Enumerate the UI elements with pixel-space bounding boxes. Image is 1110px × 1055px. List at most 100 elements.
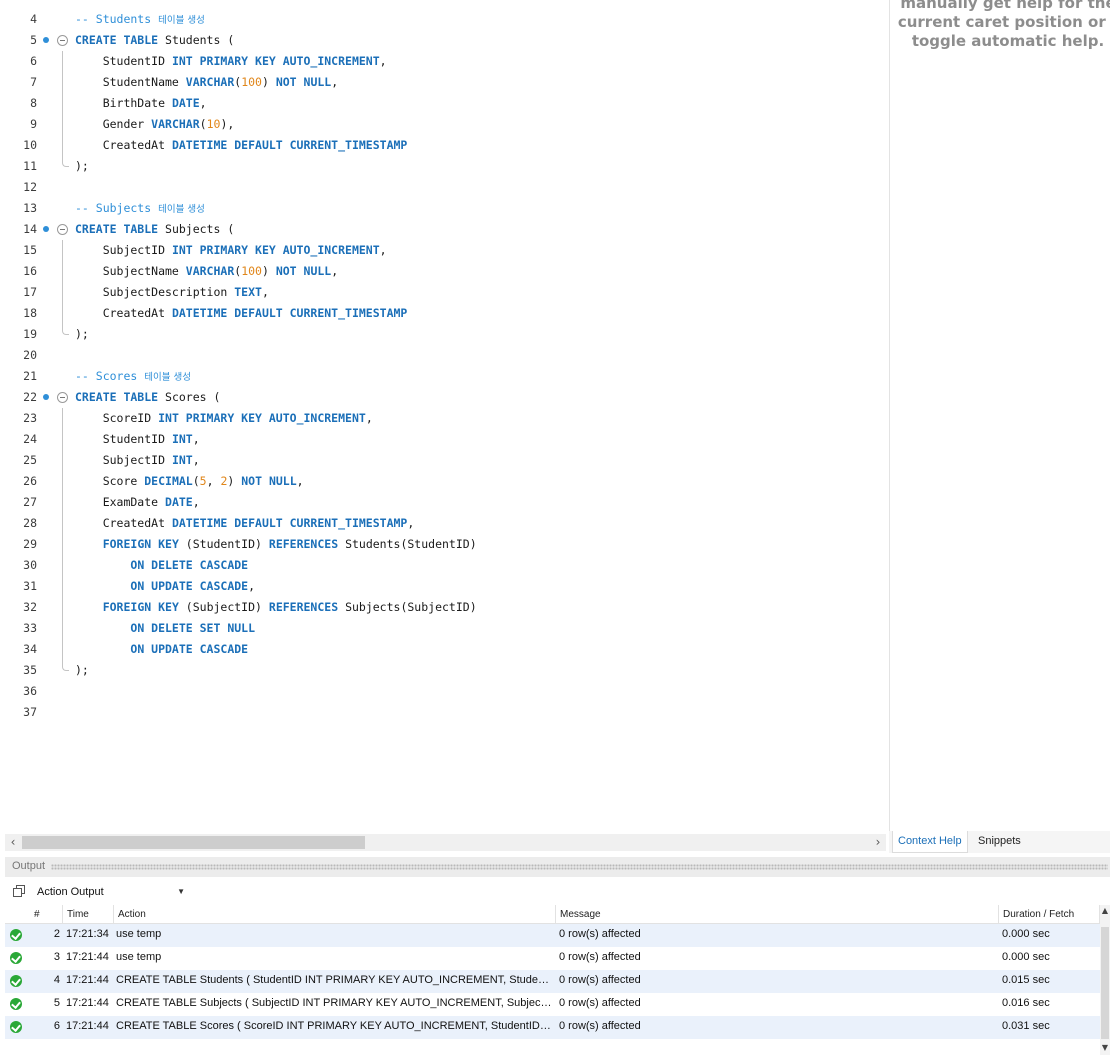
column-header-number[interactable]: # <box>30 905 63 924</box>
code-line[interactable]: 35); <box>5 660 886 681</box>
fold-collapse-icon[interactable] <box>57 224 68 235</box>
sql-identifier: ), <box>220 117 235 131</box>
code-text: -- Students 테이블 생성 <box>75 9 205 31</box>
code-text: SubjectDescription TEXT, <box>75 282 269 303</box>
line-number: 33 <box>23 621 37 635</box>
fold-end-guide <box>62 156 69 167</box>
code-line[interactable]: 25 SubjectID INT, <box>5 450 886 471</box>
column-header-duration[interactable]: Duration / Fetch <box>999 905 1100 924</box>
tab-context-help[interactable]: Context Help <box>892 831 968 853</box>
code-line[interactable]: 17 SubjectDescription TEXT, <box>5 282 886 303</box>
cell-num: 4 <box>53 974 60 986</box>
line-number: 28 <box>23 516 37 530</box>
scroll-thumb[interactable] <box>22 836 365 849</box>
column-header-status <box>5 905 30 924</box>
cell-num: 5 <box>53 997 60 1009</box>
table-row[interactable]: 2 17:21:34 use temp 0 row(s) affected 0.000 … <box>5 924 1100 947</box>
code-line[interactable]: 22 CREATE TABLE Scores ( <box>5 387 886 408</box>
line-number: 14 <box>23 222 37 236</box>
code-text: CREATE TABLE Scores ( <box>75 387 220 408</box>
fold-guide <box>62 261 63 282</box>
line-number: 7 <box>30 75 37 89</box>
code-line[interactable]: 29 FOREIGN KEY (StudentID) REFERENCES St… <box>5 534 886 555</box>
output-view-label: Action Output <box>37 886 104 898</box>
sql-identifier: SubjectName <box>75 264 186 278</box>
column-header-message[interactable]: Message <box>556 905 999 924</box>
line-number: 21 <box>23 369 37 383</box>
code-line[interactable]: 23 ScoreID INT PRIMARY KEY AUTO_INCREMEN… <box>5 408 886 429</box>
code-line[interactable]: 34 ON UPDATE CASCADE <box>5 639 886 660</box>
scroll-right-icon[interactable]: › <box>870 834 886 851</box>
copy-icon[interactable] <box>13 885 25 897</box>
code-line[interactable]: 37 <box>5 702 886 723</box>
code-line[interactable]: 7 StudentName VARCHAR(100) NOT NULL, <box>5 72 886 93</box>
code-line[interactable]: 32 FOREIGN KEY (SubjectID) REFERENCES Su… <box>5 597 886 618</box>
success-check-icon <box>10 975 22 987</box>
table-row[interactable]: 6 17:21:44 CREATE TABLE Scores ( ScoreID I… <box>5 1016 1100 1039</box>
output-vertical-scrollbar[interactable]: ▲ ▼ <box>1100 905 1110 1055</box>
code-line[interactable]: 27 ExamDate DATE, <box>5 492 886 513</box>
sql-identifier: Subjects(SubjectID) <box>338 600 477 614</box>
table-row[interactable]: 3 17:21:44 use temp 0 row(s) affected 0.000 … <box>5 947 1100 970</box>
code-line[interactable]: 33 ON DELETE SET NULL <box>5 618 886 639</box>
line-number: 27 <box>23 495 37 509</box>
sql-keyword: FOREIGN KEY <box>102 600 179 614</box>
code-line[interactable]: 18 CreatedAt DATETIME DEFAULT CURRENT_TI… <box>5 303 886 324</box>
line-number: 10 <box>23 138 37 152</box>
fold-collapse-icon[interactable] <box>57 392 68 403</box>
cell-action: CREATE TABLE Scores ( ScoreID INT PRIMAR… <box>116 1020 552 1032</box>
cell-duration: 0.000 sec <box>1002 928 1050 940</box>
statement-marker-icon <box>43 37 49 43</box>
code-line[interactable]: 5 CREATE TABLE Students ( <box>5 30 886 51</box>
column-header-time[interactable]: Time <box>63 905 114 924</box>
scroll-down-icon[interactable]: ▼ <box>1100 1043 1110 1052</box>
code-line[interactable]: 9 Gender VARCHAR(10), <box>5 114 886 135</box>
code-line[interactable]: 15 SubjectID INT PRIMARY KEY AUTO_INCREM… <box>5 240 886 261</box>
code-line[interactable]: 30 ON DELETE CASCADE <box>5 555 886 576</box>
sql-identifier: Subjects ( <box>158 222 235 236</box>
fold-guide <box>62 282 63 303</box>
code-line[interactable]: 4 -- Students 테이블 생성 <box>5 9 886 30</box>
code-line[interactable]: 31 ON UPDATE CASCADE, <box>5 576 886 597</box>
sql-identifier: , <box>379 243 387 257</box>
fold-guide <box>62 429 63 450</box>
code-line[interactable]: 8 BirthDate DATE, <box>5 93 886 114</box>
scroll-left-icon[interactable]: ‹ <box>5 834 21 851</box>
code-line[interactable]: 11); <box>5 156 886 177</box>
editor-horizontal-scrollbar[interactable]: ‹ › <box>5 834 886 851</box>
fold-collapse-icon[interactable] <box>57 35 68 46</box>
code-line[interactable]: 19); <box>5 324 886 345</box>
panel-drag-grip[interactable] <box>51 864 1108 870</box>
code-line[interactable]: 14 CREATE TABLE Subjects ( <box>5 219 886 240</box>
code-line[interactable]: 28 CreatedAt DATETIME DEFAULT CURRENT_TI… <box>5 513 886 534</box>
sql-editor[interactable]: 4 -- Students 테이블 생성 5 CREATE TABLE Student… <box>5 0 886 834</box>
code-line[interactable]: 36 <box>5 681 886 702</box>
code-line[interactable]: 24 StudentID INT, <box>5 429 886 450</box>
sql-identifier: StudentID <box>75 54 172 68</box>
code-line[interactable]: 6 StudentID INT PRIMARY KEY AUTO_INCREME… <box>5 51 886 72</box>
sql-identifier: Gender <box>75 117 152 131</box>
scroll-up-icon[interactable]: ▲ <box>1100 906 1110 915</box>
column-header-action[interactable]: Action <box>114 905 556 924</box>
output-view-select[interactable]: Action Output ▼ <box>36 883 188 901</box>
table-row[interactable]: 4 17:21:44 CREATE TABLE Students ( Student… <box>5 970 1100 993</box>
code-line[interactable]: 16 SubjectName VARCHAR(100) NOT NULL, <box>5 261 886 282</box>
line-number: 26 <box>23 474 37 488</box>
scroll-thumb[interactable] <box>1101 927 1109 1039</box>
sql-keyword: CREATE TABLE <box>75 33 159 47</box>
sql-identifier: , <box>192 453 200 467</box>
code-line[interactable]: 10 CreatedAt DATETIME DEFAULT CURRENT_TI… <box>5 135 886 156</box>
code-line[interactable]: 13 -- Subjects 테이블 생성 <box>5 198 886 219</box>
sql-comment: 테이블 생성 <box>158 204 205 215</box>
sql-keyword: ON DELETE CASCADE <box>130 558 249 572</box>
table-row[interactable]: 5 17:21:44 CREATE TABLE Subjects ( Subject… <box>5 993 1100 1016</box>
sql-identifier <box>75 621 130 635</box>
code-line[interactable]: 20 <box>5 345 886 366</box>
code-line[interactable]: 12 <box>5 177 886 198</box>
code-line[interactable]: 21 -- Scores 테이블 생성 <box>5 366 886 387</box>
tab-snippets[interactable]: Snippets <box>973 831 1026 853</box>
cell-time: 17:21:44 <box>66 951 109 963</box>
code-line[interactable]: 26 Score DECIMAL(5, 2) NOT NULL, <box>5 471 886 492</box>
help-text: manually get help for the current caret … <box>890 0 1110 51</box>
sql-identifier: , <box>192 495 200 509</box>
